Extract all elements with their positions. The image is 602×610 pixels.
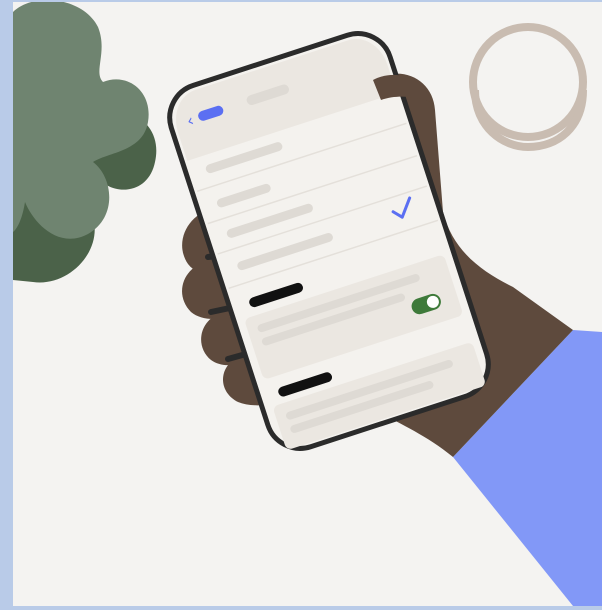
glass — [469, 23, 587, 152]
outer-frame: ‹ — [0, 0, 602, 610]
phone: ‹ — [167, 31, 491, 451]
illustration-svg: ‹ — [13, 2, 602, 606]
illustration-canvas: ‹ — [13, 2, 602, 606]
plant-leaves — [13, 2, 157, 283]
leaf-light — [13, 2, 149, 239]
